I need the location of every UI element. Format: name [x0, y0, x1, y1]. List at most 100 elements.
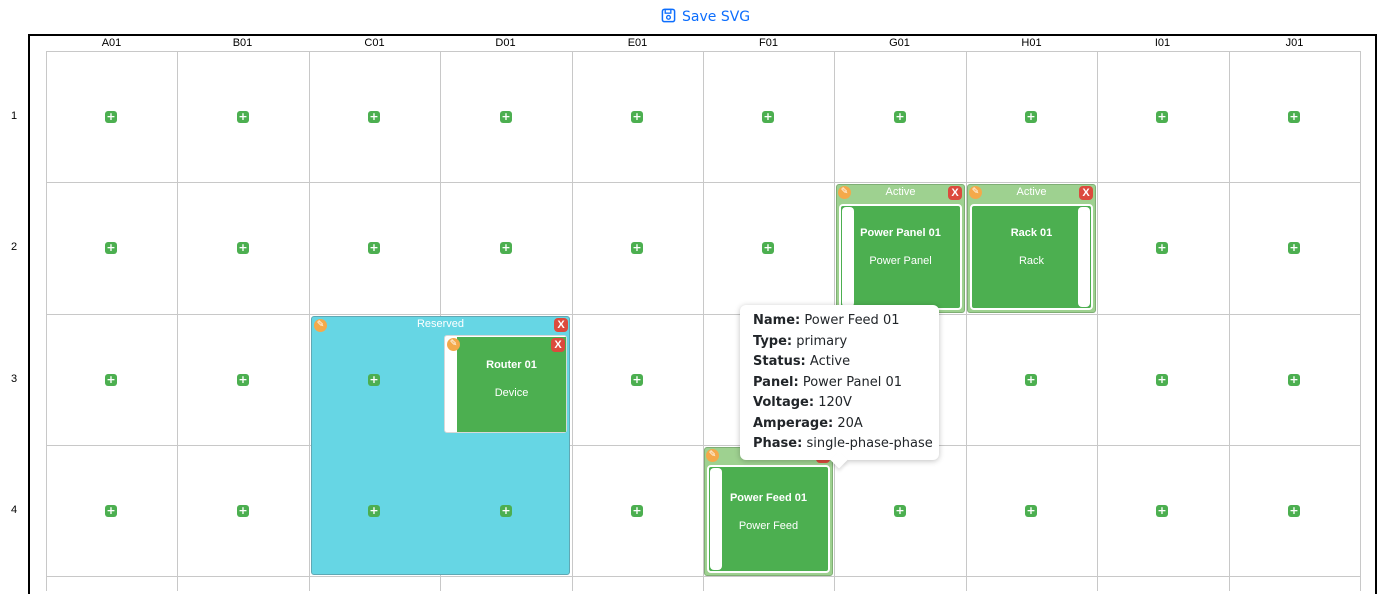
column-label: C01: [364, 37, 385, 49]
tooltip-value: Power Panel 01: [802, 374, 903, 390]
tooltip-value: Power Feed 01: [804, 313, 900, 328]
grid-line: [177, 51, 178, 591]
add-item-button[interactable]: +: [1156, 505, 1168, 517]
grid-line: [309, 51, 310, 591]
add-item-button[interactable]: +: [500, 111, 512, 123]
add-item-button[interactable]: +: [237, 111, 249, 123]
column-label: F01: [759, 37, 778, 49]
add-item-button[interactable]: +: [105, 111, 117, 123]
device-card-rack[interactable]: Active Rack 01 Rack ✎ X: [967, 184, 1096, 313]
tooltip-value: Active: [809, 354, 851, 369]
device-card-body: Router 01 Device: [457, 337, 566, 432]
add-item-button[interactable]: +: [368, 374, 380, 386]
column-label: G01: [889, 37, 910, 49]
row-label: 3: [10, 373, 18, 385]
device-card-body: Power Feed 01 Power Feed: [707, 465, 830, 573]
add-item-button[interactable]: +: [1025, 111, 1037, 123]
device-card-body: Power Panel 01 Power Panel: [839, 204, 962, 310]
tooltip-value: 20A: [837, 415, 863, 431]
add-item-button[interactable]: +: [368, 111, 380, 123]
column-label: E01: [627, 37, 648, 49]
add-item-button[interactable]: +: [631, 374, 643, 386]
tooltip-value: primary: [796, 333, 848, 349]
pencil-icon[interactable]: ✎: [706, 449, 719, 462]
grid-line: [1360, 51, 1361, 591]
tooltip-line: Type: primary: [753, 332, 939, 353]
add-item-button[interactable]: +: [631, 111, 643, 123]
add-item-button[interactable]: +: [368, 505, 380, 517]
column-label: B01: [232, 37, 253, 49]
tooltip-key: Voltage:: [753, 395, 815, 410]
add-item-button[interactable]: +: [237, 505, 249, 517]
tooltip-line: Panel: Power Panel 01: [753, 373, 939, 394]
grid-line: [46, 576, 1360, 577]
add-item-button[interactable]: +: [105, 242, 117, 254]
grid-line: [572, 51, 573, 591]
add-item-button[interactable]: +: [1156, 242, 1168, 254]
add-item-button[interactable]: +: [894, 111, 906, 123]
device-type: Device: [494, 387, 529, 399]
device-card-power-panel[interactable]: Active Power Panel 01 Power Panel ✎ X: [836, 184, 965, 313]
save-svg-button[interactable]: Save SVG: [661, 7, 750, 27]
device-name: Rack 01: [1010, 227, 1053, 239]
row-label: 4: [10, 504, 18, 516]
close-icon[interactable]: X: [1079, 186, 1093, 200]
tooltip-key: Name:: [753, 313, 801, 328]
add-item-button[interactable]: +: [1288, 505, 1300, 517]
close-icon[interactable]: X: [554, 318, 568, 332]
add-item-button[interactable]: +: [1156, 374, 1168, 386]
add-item-button[interactable]: +: [894, 505, 906, 517]
add-item-button[interactable]: +: [500, 505, 512, 517]
grid-line: [966, 51, 967, 591]
add-item-button[interactable]: +: [1288, 374, 1300, 386]
grid-line: [46, 445, 1360, 446]
add-item-button[interactable]: +: [631, 505, 643, 517]
grid-line: [46, 314, 1360, 315]
tooltip-line: Phase: single-phase-phase: [753, 434, 939, 455]
add-item-button[interactable]: +: [762, 242, 774, 254]
device-card-power-feed[interactable]: Power Feed 01 Power Feed ✎ X: [704, 447, 833, 576]
add-item-button[interactable]: +: [368, 242, 380, 254]
device-card-router[interactable]: Router 01 Device ✎ X: [444, 335, 567, 433]
tooltip-key: Phase:: [753, 436, 803, 451]
tooltip-key: Amperage:: [753, 415, 834, 431]
device-type: Power Feed: [738, 520, 799, 532]
power-feed-tooltip: Name: Power Feed 01 Type: primary Status…: [740, 305, 939, 469]
tooltip-key: Panel:: [753, 374, 799, 390]
pencil-icon[interactable]: ✎: [447, 338, 460, 351]
status-label: Active: [885, 186, 916, 198]
close-icon[interactable]: X: [551, 338, 565, 352]
add-item-button[interactable]: +: [105, 505, 117, 517]
floppy-disk-icon: [661, 8, 676, 27]
tooltip-key: Type:: [753, 333, 793, 349]
grid-line: [1229, 51, 1230, 591]
column-label: J01: [1285, 37, 1304, 49]
tooltip-line: Amperage: 20A: [753, 414, 939, 435]
column-label: I01: [1154, 37, 1171, 49]
pencil-icon[interactable]: ✎: [838, 186, 851, 199]
column-label: D01: [495, 37, 516, 49]
add-item-button[interactable]: +: [1288, 242, 1300, 254]
add-item-button[interactable]: +: [1288, 111, 1300, 123]
add-item-button[interactable]: +: [1025, 505, 1037, 517]
pencil-icon[interactable]: ✎: [314, 319, 327, 332]
pencil-icon[interactable]: ✎: [969, 186, 982, 199]
grid-line: [1097, 51, 1098, 591]
save-svg-label: Save SVG: [682, 9, 751, 25]
device-type: Power Panel: [869, 255, 932, 267]
device-name: Power Panel 01: [860, 227, 941, 239]
close-icon[interactable]: X: [948, 186, 962, 200]
tooltip-line: Status: Active: [753, 352, 939, 373]
reserved-label: Reserved: [416, 318, 465, 330]
add-item-button[interactable]: +: [237, 374, 249, 386]
add-item-button[interactable]: +: [1156, 111, 1168, 123]
add-item-button[interactable]: +: [1025, 374, 1037, 386]
add-item-button[interactable]: +: [237, 242, 249, 254]
add-item-button[interactable]: +: [105, 374, 117, 386]
add-item-button[interactable]: +: [631, 242, 643, 254]
column-label: A01: [101, 37, 122, 49]
device-name: Router 01: [486, 359, 537, 371]
tooltip-line: Voltage: 120V: [753, 393, 939, 414]
add-item-button[interactable]: +: [762, 111, 774, 123]
add-item-button[interactable]: +: [500, 242, 512, 254]
